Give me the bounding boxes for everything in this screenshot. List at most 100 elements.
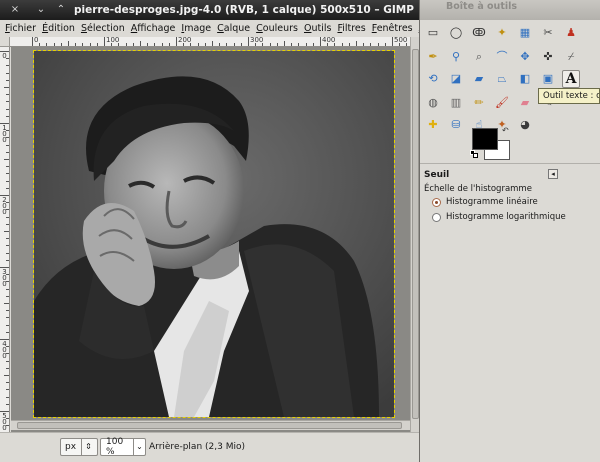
ruler-tick — [6, 151, 9, 153]
collapse-icon[interactable]: ◂ — [548, 169, 558, 179]
radio-log-histogram[interactable]: Histogramme logarithmique — [432, 212, 566, 222]
ruler-tick — [46, 43, 48, 46]
canvas-area[interactable] — [11, 47, 410, 432]
chevron-down-icon[interactable]: ⌄ — [133, 439, 145, 455]
measure-icon[interactable]: ⌒ — [493, 48, 511, 66]
toolbox-window: Boîte à outils ▭ ◯ ↂ ✦ ▦ ✂ ♟ ✒ ⚲ ⌕ ⌒ ✥ ✜ ⌿ ⟲ ◪ ▰ ⏢ ◧ ▣ A ◍ ▥ ✏ 🖌… — [419, 0, 600, 462]
title-bar[interactable]: × ⌄ ⌃ pierre-desproges.jpg-4.0 (RVB, 1 c… — [0, 0, 420, 20]
close-icon[interactable]: × — [8, 3, 22, 17]
menu-item[interactable]: Édition — [39, 23, 78, 34]
ruler-tick — [6, 65, 9, 67]
window-title: pierre-desproges.jpg-4.0 (RVB, 1 calque)… — [74, 4, 414, 16]
ruler-tick — [6, 367, 9, 369]
maximize-icon[interactable]: ⌃ — [54, 3, 68, 17]
ruler-tick — [0, 267, 9, 268]
ruler-tick — [60, 43, 62, 46]
ruler-tick — [0, 339, 9, 340]
horizontal-scroll-thumb[interactable] — [17, 422, 402, 429]
paths-icon[interactable]: ✒ — [424, 48, 442, 66]
eraser-icon[interactable]: ▰ — [516, 94, 534, 112]
pencil-icon[interactable]: ✏ — [470, 94, 488, 112]
image-canvas[interactable] — [33, 50, 395, 418]
ruler-tick — [399, 43, 401, 46]
scissors-icon[interactable]: ✂ — [539, 24, 557, 42]
ruler-tick — [6, 245, 9, 247]
radio-button[interactable] — [432, 197, 441, 207]
vertical-ruler[interactable]: 0 100 200 300 400 500 — [0, 47, 10, 432]
menu-item[interactable]: Fenêtres — [369, 23, 416, 34]
ruler-tick — [341, 43, 343, 46]
minimize-icon[interactable]: ⌄ — [34, 3, 48, 17]
flip-icon[interactable]: ◧ — [516, 70, 534, 88]
perspective-icon[interactable]: ⏢ — [493, 70, 511, 88]
ruler-tick — [240, 43, 242, 46]
ruler-tick — [82, 43, 84, 46]
blend-icon[interactable]: ▥ — [447, 94, 465, 112]
bucket-fill-icon[interactable]: ◍ — [424, 94, 442, 112]
shear-icon[interactable]: ▰ — [470, 70, 488, 88]
cage-icon[interactable]: ▣ — [539, 70, 557, 88]
foreground-select-icon[interactable]: ♟ — [562, 24, 580, 42]
ruler-label: 0 — [34, 37, 39, 44]
ruler-tick — [312, 43, 314, 46]
menu-item[interactable]: Affichage — [128, 23, 179, 34]
toolbox-title-bar[interactable]: Boîte à outils — [420, 0, 600, 20]
ruler-tick — [4, 303, 9, 304]
vertical-scroll-thumb[interactable] — [412, 49, 419, 419]
color-picker-icon[interactable]: ⚲ — [447, 48, 465, 66]
zoom-input[interactable]: 100 % ⌄ — [100, 437, 146, 457]
ruler-corner[interactable] — [0, 37, 10, 47]
menu-item[interactable]: Fichier — [2, 23, 39, 34]
ruler-label: 400 — [322, 37, 336, 44]
radio-button[interactable] — [432, 212, 441, 222]
toolbox-title: Boîte à outils — [446, 1, 518, 12]
ruler-tick — [6, 274, 9, 276]
blur-icon[interactable]: ◕ — [516, 116, 534, 134]
radio-linear-histogram[interactable]: Histogramme linéaire — [432, 197, 538, 207]
tool-options-title: Seuil — [424, 170, 450, 180]
foreground-color-swatch[interactable] — [472, 128, 498, 150]
ruler-tick — [161, 43, 163, 46]
image-window: × ⌄ ⌃ pierre-desproges.jpg-4.0 (RVB, 1 c… — [0, 0, 420, 462]
menu-item[interactable]: Couleurs — [253, 23, 301, 34]
menu-item[interactable]: Outils — [301, 23, 334, 34]
rect-select-icon[interactable]: ▭ — [424, 24, 442, 42]
clone-icon[interactable]: ⛁ — [447, 116, 465, 134]
horizontal-scrollbar[interactable] — [11, 420, 410, 430]
horizontal-ruler[interactable]: 0 100 200 300 400 500 — [10, 37, 410, 47]
tooltip: Outil texte : cr — [538, 88, 600, 104]
ruler-tick — [140, 41, 141, 46]
scale-icon[interactable]: ◪ — [447, 70, 465, 88]
text-tool-icon[interactable]: A — [562, 70, 580, 88]
align-icon[interactable]: ✜ — [539, 48, 557, 66]
paintbrush-icon[interactable]: 🖌 — [493, 94, 511, 112]
color-select-icon[interactable]: ▦ — [516, 24, 534, 42]
heal-icon[interactable]: ✚ — [424, 116, 442, 134]
ruler-tick — [39, 43, 41, 46]
ruler-tick — [262, 43, 264, 46]
ruler-tick — [305, 43, 307, 46]
ruler-tick — [89, 43, 91, 46]
crop-icon[interactable]: ⌿ — [562, 48, 580, 66]
ruler-tick — [6, 209, 9, 211]
ruler-tick — [334, 43, 336, 46]
unit-select[interactable]: px ⇕ — [60, 438, 98, 456]
fuzzy-select-icon[interactable]: ✦ — [493, 24, 511, 42]
ruler-tick — [6, 288, 9, 290]
default-colors-icon[interactable] — [470, 150, 478, 158]
menu-item[interactable]: Filtres — [334, 23, 368, 34]
menu-item[interactable]: Calque — [214, 23, 253, 34]
move-icon[interactable]: ✥ — [516, 48, 534, 66]
spin-arrows-icon[interactable]: ⇕ — [81, 439, 95, 455]
ruler-tick — [392, 37, 393, 46]
ellipse-select-icon[interactable]: ◯ — [447, 24, 465, 42]
swap-colors-icon[interactable]: ↶ — [502, 126, 509, 135]
menu-item[interactable]: Sélection — [78, 23, 128, 34]
ruler-tick — [226, 43, 228, 46]
radio-label: Histogramme linéaire — [446, 197, 538, 207]
lasso-icon[interactable]: ↂ — [470, 24, 488, 42]
rotate-icon[interactable]: ⟲ — [424, 70, 442, 88]
menu-item[interactable]: Image — [178, 23, 214, 34]
ruler-tick — [125, 43, 127, 46]
zoom-icon[interactable]: ⌕ — [470, 48, 488, 66]
